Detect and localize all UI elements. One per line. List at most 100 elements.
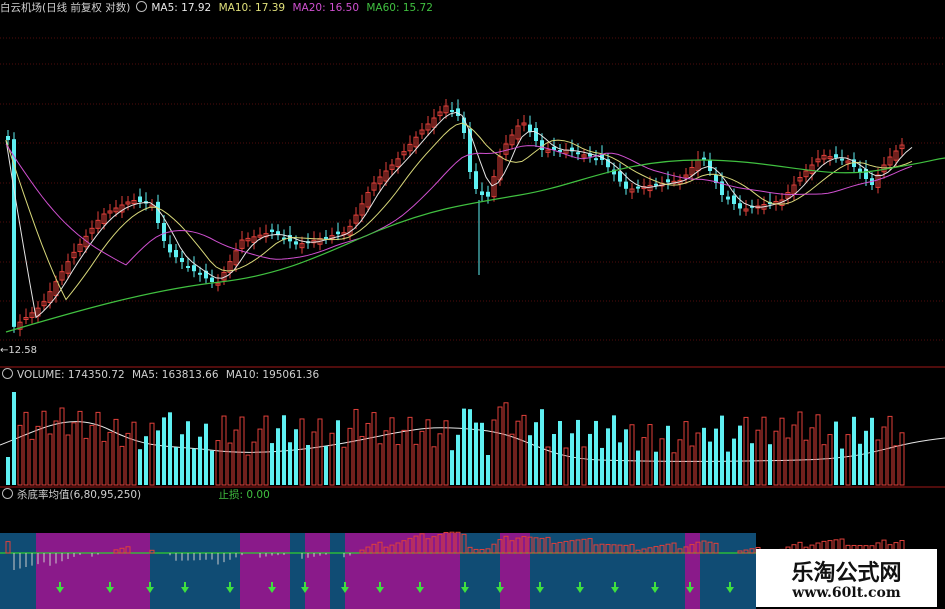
volume-bar xyxy=(870,417,874,485)
volume-bar xyxy=(875,439,881,486)
volume-bar xyxy=(708,441,712,485)
volume-bar xyxy=(659,438,665,486)
volume-bar xyxy=(773,430,779,486)
volume-bar xyxy=(186,421,190,485)
volume-bar xyxy=(299,418,305,486)
volume-bar xyxy=(210,450,214,485)
volume-bar xyxy=(53,420,59,486)
indicator-band xyxy=(150,533,240,609)
candle-body xyxy=(162,223,166,241)
volume-bar xyxy=(443,420,449,486)
volume-bar xyxy=(852,416,856,485)
volume-bar xyxy=(324,446,328,485)
volume-bar xyxy=(827,434,833,486)
volume-bar xyxy=(276,428,280,485)
candle-body xyxy=(138,196,142,202)
candle-body xyxy=(174,250,178,258)
volume-bar xyxy=(743,416,749,486)
volume-bar xyxy=(365,422,371,486)
watermark-box: 乐淘公式网 www.60lt.com xyxy=(756,549,937,607)
watermark-title: 乐淘公式网 xyxy=(791,561,902,586)
volume-bar xyxy=(149,422,155,486)
volume-bar xyxy=(377,443,383,486)
volume-bar xyxy=(425,419,431,486)
volume-bar xyxy=(887,415,893,486)
volume-ma5-value: MA5: 163813.66 xyxy=(131,369,219,381)
ma20-value: MA20: 16.50 xyxy=(292,2,360,14)
candle-body xyxy=(486,191,490,197)
volume-legend: VOLUME: 174350.72 MA5: 163813.66 MA10: 1… xyxy=(0,368,323,382)
indicator-band xyxy=(330,533,345,609)
volume-bar xyxy=(809,427,815,486)
candle-body xyxy=(576,152,580,155)
candle-body xyxy=(702,157,706,160)
volume-bar xyxy=(540,409,544,485)
candle-body xyxy=(186,266,190,268)
indicator-name: 杀底率均值(6,80,95,250) xyxy=(17,489,142,501)
volume-bar xyxy=(666,425,670,485)
low-price-label: ←12.58 xyxy=(0,345,38,356)
volume-bar xyxy=(23,411,29,486)
volume-bar xyxy=(359,435,365,486)
volume-bar xyxy=(612,415,616,485)
candle-body xyxy=(666,179,670,183)
volume-bar xyxy=(162,417,166,485)
candle-body xyxy=(840,158,844,161)
volume-bar xyxy=(515,420,521,486)
volume-bar xyxy=(395,444,401,486)
volume-bar xyxy=(779,417,785,486)
volume-bar xyxy=(180,434,184,485)
candle-body xyxy=(180,258,184,262)
price-gridlines xyxy=(0,37,945,341)
volume-bar xyxy=(71,422,77,486)
candle-body xyxy=(168,244,172,253)
ma10-value: MA10: 17.39 xyxy=(218,2,286,14)
volume-bar xyxy=(6,457,10,485)
volume-bar xyxy=(353,408,359,486)
candle-body xyxy=(270,229,274,232)
volume-bar xyxy=(263,415,269,486)
volume-bar xyxy=(636,450,640,485)
volume-ma10-value: MA10: 195061.36 xyxy=(225,369,320,381)
volume-value: VOLUME: 174350.72 xyxy=(17,369,125,381)
volume-bar xyxy=(570,433,574,485)
volume-bar xyxy=(594,420,598,485)
volume-bar xyxy=(563,447,569,486)
stop-loss-value: 止损: 0.00 xyxy=(218,489,270,501)
volume-bar xyxy=(803,439,809,486)
volume-bar xyxy=(233,429,239,486)
candle-body xyxy=(324,236,328,239)
volume-bar xyxy=(474,422,478,485)
volume-bar xyxy=(797,411,803,486)
candle-body xyxy=(192,265,196,272)
volume-bar xyxy=(144,436,148,485)
candle-body xyxy=(732,195,736,204)
indicator-band xyxy=(0,533,36,609)
candle-body xyxy=(294,241,298,245)
volume-bar xyxy=(306,444,310,485)
volume-bar xyxy=(624,429,628,485)
volume-bar xyxy=(174,447,178,485)
volume-bar xyxy=(198,436,202,485)
ma60-value: MA60: 15.72 xyxy=(366,2,433,14)
volume-bar xyxy=(336,420,340,485)
volume-bar xyxy=(576,419,580,485)
volume-bar xyxy=(468,409,472,485)
volume-bar xyxy=(521,414,527,486)
ma10-line xyxy=(5,122,913,301)
volume-bar xyxy=(732,438,736,485)
volume-bar xyxy=(41,410,47,486)
candle-body xyxy=(594,158,598,161)
volume-bar xyxy=(534,422,538,485)
settings-circle-icon[interactable] xyxy=(136,1,148,12)
volume-bar xyxy=(600,447,604,485)
indicator-settings-circle-icon[interactable] xyxy=(2,488,13,499)
volume-settings-circle-icon[interactable] xyxy=(2,368,13,379)
volume-bar xyxy=(168,412,172,485)
volume-bar xyxy=(288,442,292,485)
volume-bar xyxy=(462,408,466,485)
volume-bar xyxy=(407,416,413,486)
volume-bar xyxy=(480,422,484,485)
volume-bar xyxy=(858,443,862,485)
volume-bars xyxy=(6,392,905,486)
